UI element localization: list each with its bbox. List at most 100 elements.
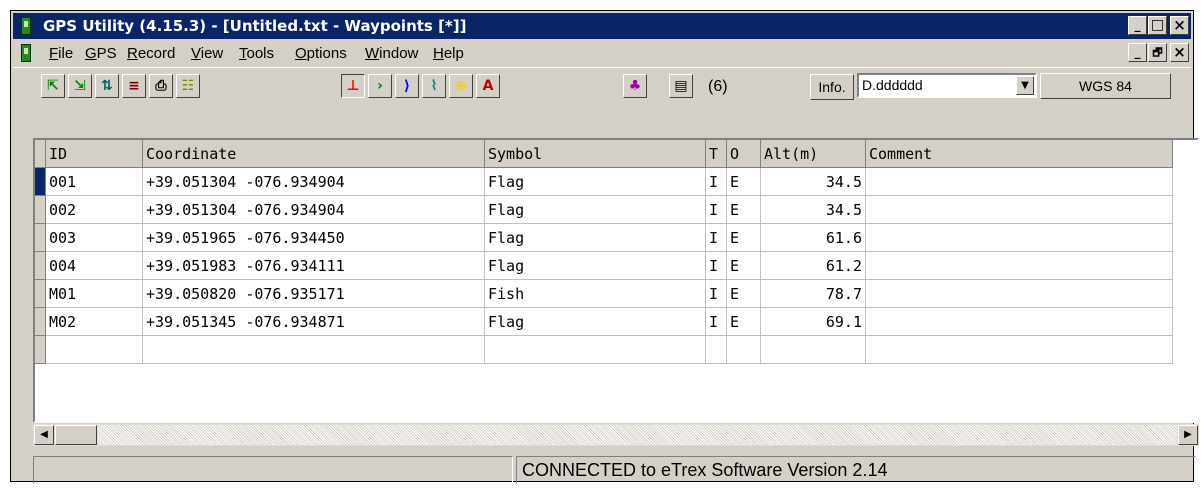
cell-id[interactable]: M02 bbox=[45, 307, 143, 336]
table-row[interactable]: 003 +39.051965 -076.934450 Flag I E 61.6 bbox=[35, 223, 1173, 252]
row-selector[interactable] bbox=[35, 307, 46, 336]
properties-button[interactable]: ☷ bbox=[176, 74, 200, 98]
column-header-t[interactable]: T bbox=[705, 140, 727, 168]
column-header-alt[interactable]: Alt(m) bbox=[760, 140, 866, 168]
waypoint-grid[interactable]: ID Coordinate Symbol T O Alt(m) Comment … bbox=[33, 138, 1199, 423]
cell-coordinate[interactable]: +39.051304 -076.934904 bbox=[142, 167, 485, 196]
upload-button[interactable]: ≡ bbox=[122, 74, 146, 98]
table-row[interactable]: 002 +39.051304 -076.934904 Flag I E 34.5 bbox=[35, 195, 1173, 224]
column-header-id[interactable]: ID bbox=[45, 140, 143, 168]
menu-record[interactable]: Record bbox=[127, 45, 175, 62]
column-header-comment[interactable]: Comment bbox=[865, 140, 1173, 168]
title-bar[interactable]: GPS Utility (4.15.3) - [Untitled.txt - W… bbox=[13, 13, 1191, 39]
row-selector[interactable] bbox=[35, 167, 46, 196]
row-selector[interactable] bbox=[35, 195, 46, 224]
cell-t[interactable]: I bbox=[705, 223, 727, 252]
row-selector[interactable] bbox=[35, 251, 46, 280]
mdi-minimize-button[interactable]: _ bbox=[1128, 43, 1147, 62]
cell-comment[interactable] bbox=[865, 307, 1173, 336]
cell-id[interactable]: 002 bbox=[45, 195, 143, 224]
table-row[interactable]: M02 +39.051345 -076.934871 Flag I E 69.1 bbox=[35, 307, 1173, 336]
menu-gps[interactable]: GPS bbox=[85, 45, 117, 62]
table-row[interactable] bbox=[35, 335, 1173, 364]
row-selector[interactable] bbox=[35, 223, 46, 252]
target-button[interactable]: ⊕ bbox=[449, 74, 473, 98]
cell-t[interactable]: I bbox=[705, 167, 727, 196]
gps-app-icon[interactable] bbox=[21, 17, 31, 35]
table-row[interactable]: 001 +39.051304 -076.934904 Flag I E 34.5 bbox=[35, 167, 1173, 196]
mdi-close-button[interactable]: × bbox=[1170, 43, 1189, 62]
cell-t[interactable]: I bbox=[705, 279, 727, 308]
print-button[interactable]: ⎙ bbox=[149, 74, 173, 98]
chevron-down-icon[interactable]: ▼ bbox=[1016, 76, 1034, 95]
mdi-restore-button[interactable]: 🗗 bbox=[1148, 43, 1167, 62]
table-row[interactable]: 004 +39.051983 -076.934111 Flag I E 61.2 bbox=[35, 251, 1173, 280]
cell-symbol[interactable]: Flag bbox=[484, 251, 706, 280]
cell-comment[interactable] bbox=[865, 223, 1173, 252]
cell-comment[interactable] bbox=[865, 195, 1173, 224]
menu-window[interactable]: Window bbox=[365, 45, 418, 62]
color-map-button[interactable]: ♣ bbox=[623, 74, 647, 98]
table-row[interactable]: M01 +39.050820 -076.935171 Fish I E 78.7 bbox=[35, 279, 1173, 308]
scrollbar-thumb[interactable] bbox=[55, 425, 97, 445]
cell-o[interactable]: E bbox=[726, 195, 761, 224]
cell-symbol[interactable] bbox=[484, 335, 706, 364]
cell-coordinate[interactable]: +39.051983 -076.934111 bbox=[142, 251, 485, 280]
menu-file[interactable]: File bbox=[49, 45, 73, 62]
open-waypoint-button[interactable]: ⇱ bbox=[41, 74, 65, 98]
cell-o[interactable]: E bbox=[726, 223, 761, 252]
column-header-coordinate[interactable]: Coordinate bbox=[142, 140, 485, 168]
column-header-o[interactable]: O bbox=[726, 140, 761, 168]
cell-coordinate[interactable] bbox=[142, 335, 485, 364]
cell-alt[interactable]: 69.1 bbox=[760, 307, 866, 336]
cell-coordinate[interactable]: +39.051304 -076.934904 bbox=[142, 195, 485, 224]
cell-id[interactable]: M01 bbox=[45, 279, 143, 308]
open-track-button[interactable]: ⇲ bbox=[68, 74, 92, 98]
cell-id[interactable] bbox=[45, 335, 143, 364]
cell-alt[interactable]: 34.5 bbox=[760, 195, 866, 224]
cell-o[interactable] bbox=[726, 335, 761, 364]
cell-t[interactable]: I bbox=[705, 307, 727, 336]
cell-coordinate[interactable]: +39.051345 -076.934871 bbox=[142, 307, 485, 336]
cell-id[interactable]: 003 bbox=[45, 223, 143, 252]
list-button[interactable]: ▤ bbox=[669, 74, 693, 98]
cell-coordinate[interactable]: +39.050820 -076.935171 bbox=[142, 279, 485, 308]
menu-view[interactable]: View bbox=[191, 45, 223, 62]
cell-symbol[interactable]: Flag bbox=[484, 223, 706, 252]
cell-alt[interactable]: 61.6 bbox=[760, 223, 866, 252]
cell-comment[interactable] bbox=[865, 167, 1173, 196]
menu-options[interactable]: Options bbox=[295, 45, 347, 62]
scroll-left-icon[interactable]: ◀ bbox=[34, 425, 54, 445]
cell-t[interactable]: I bbox=[705, 251, 727, 280]
cell-symbol[interactable]: Flag bbox=[484, 307, 706, 336]
cell-symbol[interactable]: Flag bbox=[484, 167, 706, 196]
menu-help[interactable]: Help bbox=[433, 45, 464, 62]
cell-o[interactable]: E bbox=[726, 251, 761, 280]
menu-tools[interactable]: Tools bbox=[239, 45, 274, 62]
cell-alt[interactable]: 34.5 bbox=[760, 167, 866, 196]
map-button[interactable]: ⌇ bbox=[422, 74, 446, 98]
cell-t[interactable] bbox=[705, 335, 727, 364]
cell-symbol[interactable]: Fish bbox=[484, 279, 706, 308]
scroll-right-icon[interactable]: ▶ bbox=[1178, 425, 1198, 445]
scrollbar-track[interactable] bbox=[98, 425, 1177, 445]
cell-alt[interactable]: 78.7 bbox=[760, 279, 866, 308]
info-button[interactable]: Info. bbox=[810, 74, 854, 100]
cell-comment[interactable] bbox=[865, 251, 1173, 280]
cell-o[interactable]: E bbox=[726, 167, 761, 196]
cell-symbol[interactable]: Flag bbox=[484, 195, 706, 224]
coordinate-format-select[interactable]: D.dddddd ▼ bbox=[857, 73, 1037, 98]
minimize-button[interactable]: _ bbox=[1128, 16, 1147, 35]
cell-comment[interactable] bbox=[865, 335, 1173, 364]
cell-o[interactable]: E bbox=[726, 307, 761, 336]
row-selector[interactable] bbox=[35, 335, 46, 364]
row-selector[interactable] bbox=[35, 279, 46, 308]
cell-o[interactable]: E bbox=[726, 279, 761, 308]
routes-button[interactable]: › bbox=[368, 74, 392, 98]
datum-button[interactable]: WGS 84 bbox=[1040, 73, 1171, 99]
cell-coordinate[interactable]: +39.051965 -076.934450 bbox=[142, 223, 485, 252]
cell-alt[interactable]: 61.2 bbox=[760, 251, 866, 280]
download-button[interactable]: ⇅ bbox=[95, 74, 119, 98]
close-button[interactable]: × bbox=[1170, 16, 1189, 35]
cell-alt[interactable] bbox=[760, 335, 866, 364]
